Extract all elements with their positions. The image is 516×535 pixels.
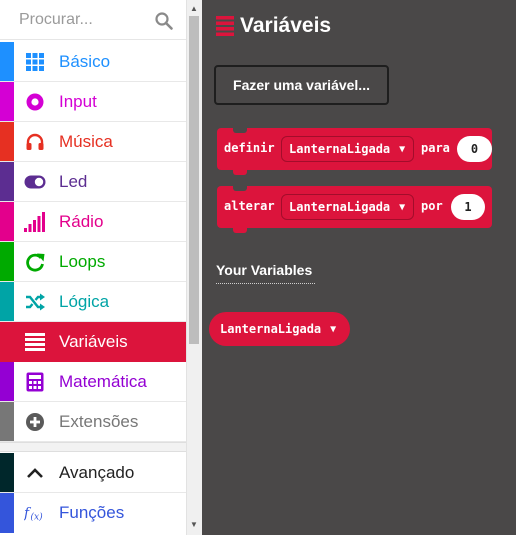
number-input[interactable]: 0 xyxy=(457,136,492,162)
toolbox: Procurar... Básico Input Música Led Rádi… xyxy=(0,0,202,535)
category-matematica[interactable]: Matemática xyxy=(0,362,186,402)
block-keyword: definir xyxy=(224,141,275,155)
category-radio[interactable]: Rádio xyxy=(0,202,186,242)
caret-down-icon: ▼ xyxy=(399,143,406,155)
category-label: Led xyxy=(59,172,88,191)
change-variable-block[interactable]: alterar LanternaLigada ▼ por 1 xyxy=(217,186,492,233)
refresh-icon xyxy=(24,252,46,272)
variable-dropdown[interactable]: LanternaLigada ▼ xyxy=(281,194,414,220)
block-connector: por xyxy=(421,199,443,213)
calculator-icon xyxy=(24,372,46,392)
chevron-up-icon xyxy=(24,463,46,483)
variable-dropdown-label: LanternaLigada xyxy=(289,200,391,214)
section-label: Your Variables xyxy=(216,262,315,284)
variable-reporter-label: LanternaLigada xyxy=(220,322,322,336)
category-label: Rádio xyxy=(59,212,104,231)
category-label: Básico xyxy=(59,52,111,71)
category-color-bar xyxy=(0,202,14,241)
category-color-bar xyxy=(0,42,14,81)
block-tab xyxy=(233,170,247,175)
category-label: Música xyxy=(59,132,113,151)
block-notch xyxy=(233,128,247,133)
make-variable-button[interactable]: Fazer uma variável... xyxy=(214,65,389,105)
category-color-bar xyxy=(0,402,14,441)
category-label: Variáveis xyxy=(59,332,128,351)
block-connector: para xyxy=(421,141,450,155)
block-notch xyxy=(233,186,247,191)
variable-dropdown[interactable]: LanternaLigada ▼ xyxy=(281,136,414,162)
category-label: Loops xyxy=(59,252,106,271)
toolbox-divider xyxy=(0,442,186,452)
flyout-title: Variáveis xyxy=(240,14,332,37)
grid-icon xyxy=(24,52,46,72)
category-label: Extensões xyxy=(59,412,139,431)
block-tab xyxy=(233,228,247,233)
category-basico[interactable]: Básico xyxy=(0,42,186,82)
category-label: Funções xyxy=(59,503,125,522)
category-color-bar xyxy=(0,493,14,533)
input-circle-icon xyxy=(24,92,46,112)
scrollbar-thumb[interactable] xyxy=(189,16,199,344)
signal-bars-icon xyxy=(24,212,46,232)
category-loops[interactable]: Loops xyxy=(0,242,186,282)
category-funcoes[interactable]: f (x) Funções xyxy=(0,493,186,533)
category-color-bar xyxy=(0,162,14,201)
function-icon: f (x) xyxy=(24,503,46,523)
svg-text:(x): (x) xyxy=(30,511,43,522)
category-label: Matemática xyxy=(59,372,147,391)
toggle-icon xyxy=(24,172,46,192)
number-input[interactable]: 1 xyxy=(451,194,485,220)
category-label: Avançado xyxy=(59,463,135,482)
variable-reporter-block[interactable]: LanternaLigada ▼ xyxy=(209,312,350,346)
category-color-bar xyxy=(0,242,14,281)
category-extensoes[interactable]: Extensões xyxy=(0,402,186,442)
search-icon[interactable] xyxy=(154,11,174,31)
shuffle-icon xyxy=(24,292,46,312)
scroll-up-arrow-icon[interactable]: ▲ xyxy=(190,4,198,13)
set-variable-block[interactable]: definir LanternaLigada ▼ para 0 xyxy=(217,128,492,175)
category-variaveis[interactable]: Variáveis xyxy=(0,322,186,362)
category-input[interactable]: Input xyxy=(0,82,186,122)
caret-down-icon[interactable]: ▼ xyxy=(330,324,336,335)
category-musica[interactable]: Música xyxy=(0,122,186,162)
scroll-down-arrow-icon[interactable]: ▼ xyxy=(190,520,198,529)
variable-dropdown-label: LanternaLigada xyxy=(289,142,391,156)
category-color-bar xyxy=(0,122,14,161)
list-lines-icon xyxy=(216,16,234,36)
category-label: Input xyxy=(59,92,97,111)
caret-down-icon: ▼ xyxy=(399,201,406,213)
category-color-bar xyxy=(0,453,14,492)
search-input[interactable]: Procurar... xyxy=(19,11,93,29)
headphones-icon xyxy=(24,132,46,152)
category-color-bar xyxy=(0,362,14,401)
category-color-bar xyxy=(0,82,14,121)
list-lines-icon xyxy=(24,332,46,352)
category-logica[interactable]: Lógica xyxy=(0,282,186,322)
category-label: Lógica xyxy=(59,292,110,311)
block-keyword: alterar xyxy=(224,199,275,213)
category-led[interactable]: Led xyxy=(0,162,186,202)
search-box[interactable]: Procurar... xyxy=(0,0,186,40)
plus-circle-icon xyxy=(24,412,46,432)
flyout-header: Variáveis xyxy=(216,14,331,38)
category-color-bar xyxy=(0,282,14,321)
category-avancado[interactable]: Avançado xyxy=(0,453,186,493)
